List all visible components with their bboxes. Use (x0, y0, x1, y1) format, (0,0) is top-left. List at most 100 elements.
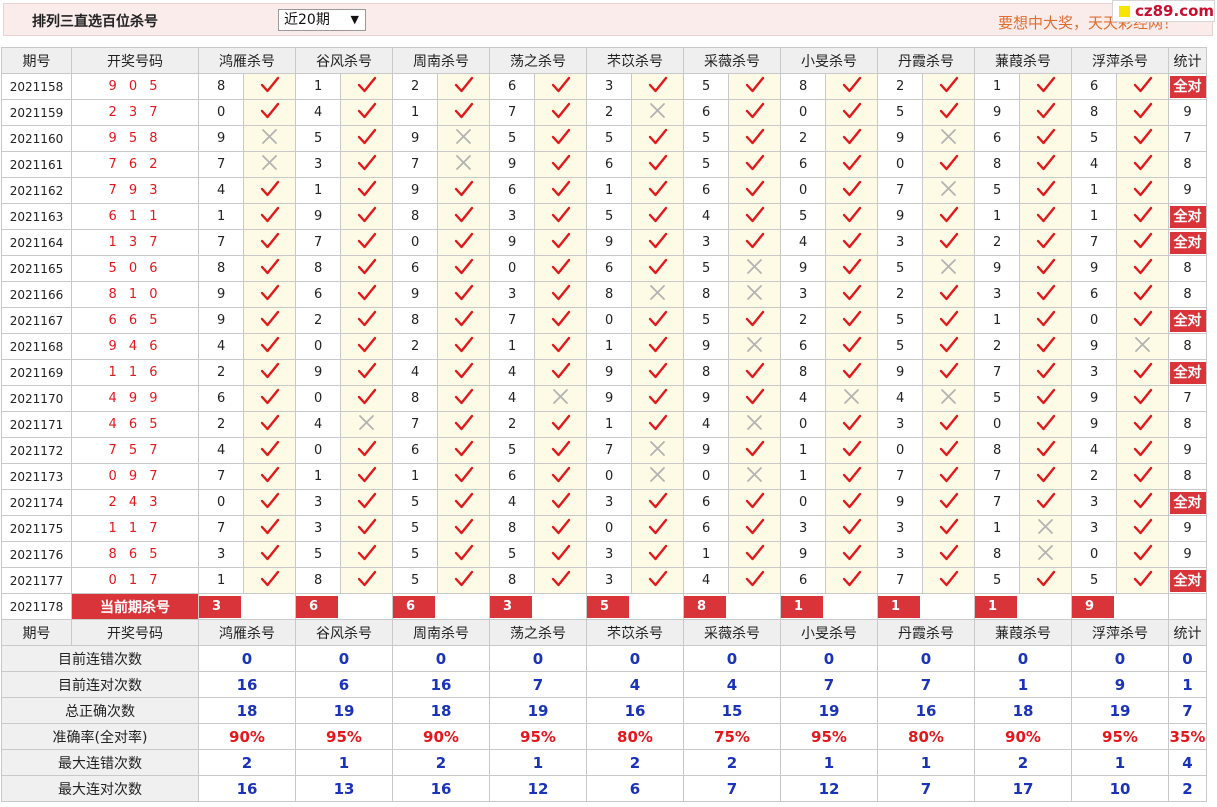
stat-value: 1 (489, 749, 587, 776)
check-icon (260, 414, 279, 430)
check-icon (1036, 336, 1055, 352)
result-cell (922, 437, 975, 464)
check-icon (939, 362, 958, 378)
result-cell (728, 203, 781, 230)
check-icon (1133, 102, 1152, 118)
stat-value: 0 (974, 645, 1072, 672)
stat-value: 19 (780, 697, 878, 724)
stat-value: 0 (586, 645, 684, 672)
stat-value: 18 (198, 697, 296, 724)
period-cell: 2021172 (1, 437, 72, 464)
result-cell (340, 437, 393, 464)
period-select[interactable]: 近20期 ▼ (278, 9, 366, 31)
kill-number-cell: 3 (877, 229, 923, 256)
result-cell (1116, 385, 1169, 412)
kill-number-cell: 0 (683, 463, 729, 490)
kill-number-cell: 1 (780, 437, 826, 464)
check-icon (1036, 362, 1055, 378)
result-cell (1116, 73, 1169, 100)
check-icon (260, 570, 279, 586)
check-icon (1036, 102, 1055, 118)
result-cell (922, 125, 975, 152)
stat-row: 目前连错次数 0 0 0 0 0 0 0 0 0 0 0 (1, 645, 1207, 672)
stat-value: 16 (392, 775, 490, 802)
col-header-expert: 蒹葭杀号 (974, 47, 1072, 74)
current-kill-number: 5 (587, 595, 629, 618)
check-icon (842, 128, 861, 144)
result-cell (1019, 99, 1072, 126)
stat-value: 1 (295, 749, 393, 776)
kill-number-cell: 8 (780, 359, 826, 386)
correct-count: 7 (1183, 131, 1192, 146)
result-cell (922, 307, 975, 334)
check-icon (648, 414, 667, 430)
check-icon (939, 466, 958, 482)
kill-number-cell: 9 (392, 281, 438, 308)
cross-icon (552, 388, 568, 404)
table-row: 2021166 8 1 096938832368 (1, 281, 1207, 308)
result-cell (437, 567, 490, 594)
draw-number-cell: 8 6 5 (71, 541, 199, 568)
check-icon (357, 570, 376, 586)
result-cell (631, 125, 684, 152)
kill-number-cell: 8 (392, 307, 438, 334)
result-cell (243, 255, 296, 282)
result-cell (340, 255, 393, 282)
kill-number-cell: 9 (877, 125, 923, 152)
kill-number-cell: 0 (877, 437, 923, 464)
check-icon (1133, 570, 1152, 586)
kill-number-cell: 5 (586, 203, 632, 230)
kill-number-cell: 1 (392, 463, 438, 490)
kill-number-cell: 6 (974, 125, 1020, 152)
draw-number-cell: 1 3 7 (71, 229, 199, 256)
kill-number-cell: 9 (780, 541, 826, 568)
result-cell (1019, 385, 1072, 412)
check-icon (454, 76, 473, 92)
kill-number-cell: 5 (683, 255, 729, 282)
col-header-expert: 芣苡杀号 (586, 619, 684, 646)
check-icon (551, 466, 570, 482)
result-cell (825, 177, 878, 204)
kill-number-cell: 7 (198, 515, 244, 542)
check-icon (357, 232, 376, 248)
check-icon (357, 206, 376, 222)
correct-count: 8 (1183, 339, 1192, 354)
kill-number-cell: 9 (877, 359, 923, 386)
table-row: 2021164 1 3 7 7 7 0 9 9 3 4 3 2 7 全对 (1, 229, 1207, 256)
kill-number-cell: 0 (877, 151, 923, 178)
kill-number-cell: 0 (780, 411, 826, 438)
result-cell (1116, 255, 1169, 282)
result-cell (437, 385, 490, 412)
kill-number-cell: 5 (974, 177, 1020, 204)
kill-number-cell: 0 (1071, 541, 1117, 568)
kill-number-cell: 7 (392, 151, 438, 178)
check-icon (745, 180, 764, 196)
result-cell (922, 489, 975, 516)
table-row: 2021174 2 4 3 0 3 5 4 3 6 0 9 7 3 全对 (1, 489, 1207, 516)
current-period-row: 2021178 当前期杀号 3 6 6 3 5 8 1 1 1 9 (1, 593, 1207, 620)
check-icon (1036, 180, 1055, 196)
stat-total: 4 (1168, 749, 1207, 776)
cross-icon (1134, 336, 1150, 352)
check-icon (1133, 258, 1152, 274)
result-cell (340, 333, 393, 360)
kill-number-cell: 3 (586, 73, 632, 100)
check-icon (842, 180, 861, 196)
check-icon (357, 258, 376, 274)
check-icon (1133, 492, 1152, 508)
check-icon (260, 258, 279, 274)
kill-number-cell: 9 (1071, 411, 1117, 438)
check-icon (1133, 154, 1152, 170)
stat-value: 1 (877, 749, 975, 776)
result-cell (825, 359, 878, 386)
stat-value: 4 (683, 671, 781, 698)
kill-number-cell: 3 (974, 281, 1020, 308)
table-header-row: 期号 开奖号码 鸿雁杀号 谷风杀号 周南杀号 荡之杀号 芣苡杀号 采薇杀号 小旻杀号 丹霞杀号 蒹葭… (1, 619, 1207, 646)
kill-number-cell: 1 (974, 307, 1020, 334)
stat-row: 最大连对次数 16 13 16 12 6 7 12 7 17 10 2 (1, 775, 1207, 802)
result-cell (534, 515, 587, 542)
site-logo[interactable]: cz89.com (1112, 0, 1215, 22)
kill-number-cell: 4 (295, 99, 341, 126)
current-kill-cell: 1 (780, 593, 878, 620)
kill-number-cell: 3 (586, 567, 632, 594)
